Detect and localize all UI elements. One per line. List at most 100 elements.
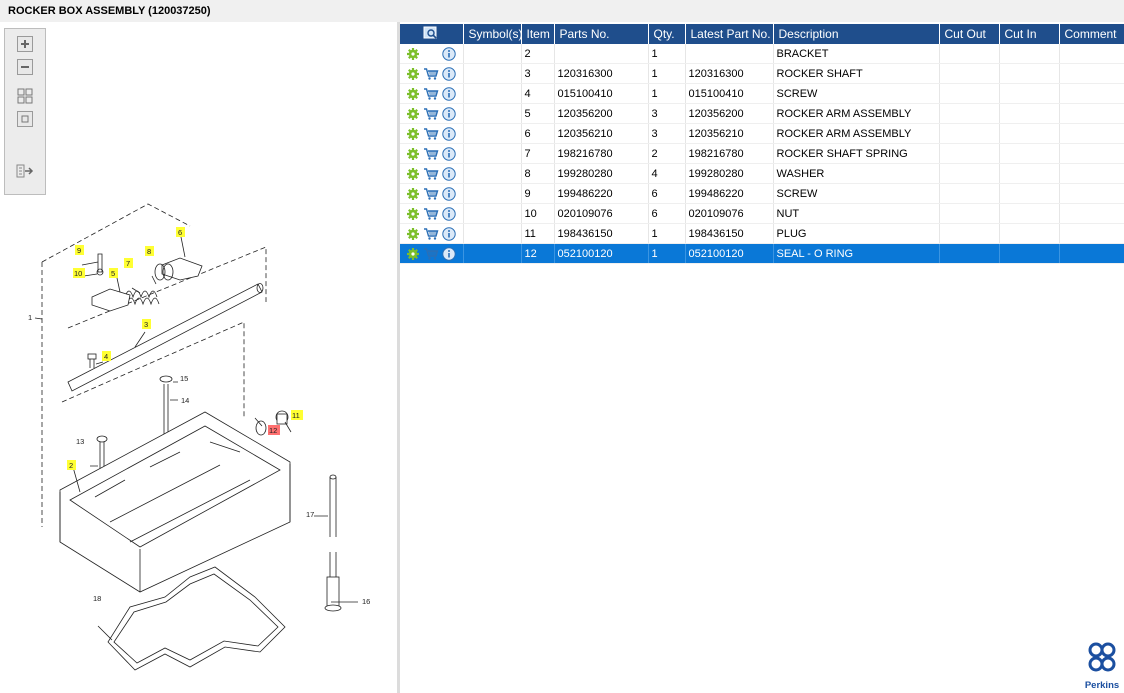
cart-icon[interactable] bbox=[423, 87, 439, 101]
info-icon[interactable] bbox=[442, 246, 456, 261]
perkins-logo: Perkins bbox=[1082, 641, 1122, 691]
diagram-panel[interactable]: 1 2 3 4 5 6 7 8 9 10 11 12 13 14 15 16 1… bbox=[0, 22, 397, 693]
cart-icon[interactable] bbox=[423, 247, 439, 261]
column-header-latest-part-no[interactable]: Latest Part No. bbox=[685, 24, 774, 44]
callout-14[interactable]: 14 bbox=[181, 396, 189, 405]
row-actions bbox=[400, 83, 464, 104]
cell-qty: 3 bbox=[648, 103, 686, 124]
cart-icon[interactable] bbox=[423, 147, 439, 161]
gear-icon[interactable] bbox=[406, 67, 420, 81]
cell-qty: 1 bbox=[648, 243, 686, 264]
cell-comment bbox=[1059, 103, 1124, 124]
table-row[interactable]: 6 120356210 3 120356210 ROCKER ARM ASSEMBLY bbox=[400, 123, 1124, 144]
cell-latest-part-no: 020109076 bbox=[685, 203, 774, 224]
table-row[interactable]: 10 020109076 6 020109076 NUT bbox=[400, 203, 1124, 224]
column-header-item[interactable]: Item bbox=[521, 24, 555, 44]
callout-16[interactable]: 16 bbox=[362, 597, 370, 606]
table-row[interactable]: 11 198436150 1 198436150 PLUG bbox=[400, 223, 1124, 244]
gear-icon[interactable] bbox=[406, 107, 420, 121]
info-icon[interactable] bbox=[442, 226, 456, 241]
gear-icon[interactable] bbox=[406, 127, 420, 141]
callout-17[interactable]: 17 bbox=[306, 510, 314, 519]
info-icon[interactable] bbox=[442, 86, 456, 101]
cell-qty: 3 bbox=[648, 123, 686, 144]
callout-15[interactable]: 15 bbox=[180, 374, 188, 383]
cart-icon[interactable] bbox=[423, 127, 439, 141]
cart-icon[interactable] bbox=[423, 67, 439, 81]
callout-2[interactable]: 2 bbox=[69, 461, 73, 470]
info-icon[interactable] bbox=[442, 146, 456, 161]
cell-item: 7 bbox=[521, 143, 555, 164]
callout-3[interactable]: 3 bbox=[144, 320, 148, 329]
table-row[interactable]: 12 052100120 1 052100120 SEAL - O RING bbox=[400, 243, 1124, 264]
cell-latest-part-no: 052100120 bbox=[685, 243, 774, 264]
cell-description: ROCKER ARM ASSEMBLY bbox=[773, 103, 940, 124]
gear-icon[interactable] bbox=[406, 47, 420, 61]
cell-cut-in bbox=[999, 143, 1060, 164]
column-header-cut-in[interactable]: Cut In bbox=[999, 24, 1060, 44]
gear-icon[interactable] bbox=[406, 187, 420, 201]
cell-part-no: 120356200 bbox=[554, 103, 649, 124]
callout-10[interactable]: 10 bbox=[74, 269, 82, 278]
cell-item: 4 bbox=[521, 83, 555, 104]
cart-icon[interactable] bbox=[423, 187, 439, 201]
info-icon[interactable] bbox=[442, 66, 456, 81]
cell-comment bbox=[1059, 163, 1124, 184]
cell-latest-part-no: 199486220 bbox=[685, 183, 774, 204]
exploded-parts-diagram[interactable]: 1 2 3 4 5 6 7 8 9 10 11 12 13 14 15 16 1… bbox=[0, 22, 397, 693]
callout-8[interactable]: 8 bbox=[147, 247, 151, 256]
callout-4[interactable]: 4 bbox=[104, 352, 108, 361]
callout-18[interactable]: 18 bbox=[93, 594, 101, 603]
callout-11[interactable]: 11 bbox=[292, 411, 300, 420]
table-row[interactable]: 5 120356200 3 120356200 ROCKER ARM ASSEMBLY bbox=[400, 103, 1124, 124]
cell-cut-out bbox=[939, 123, 1000, 144]
info-icon[interactable] bbox=[442, 106, 456, 121]
callout-1[interactable]: 1 bbox=[28, 313, 32, 322]
table-row[interactable]: 4 015100410 1 015100410 SCREW bbox=[400, 83, 1124, 104]
cell-description: BRACKET bbox=[773, 44, 940, 64]
column-header-parts-no[interactable]: Parts No. bbox=[554, 24, 649, 44]
cell-cut-in bbox=[999, 103, 1060, 124]
info-icon[interactable] bbox=[442, 186, 456, 201]
callout-13[interactable]: 13 bbox=[76, 437, 84, 446]
gear-icon[interactable] bbox=[406, 167, 420, 181]
table-row[interactable]: 8 199280280 4 199280280 WASHER bbox=[400, 163, 1124, 184]
column-header-description[interactable]: Description bbox=[773, 24, 940, 44]
row-actions bbox=[400, 203, 464, 224]
callout-5[interactable]: 5 bbox=[111, 269, 115, 278]
cell-item: 6 bbox=[521, 123, 555, 144]
info-icon[interactable] bbox=[442, 126, 456, 141]
gear-icon[interactable] bbox=[406, 207, 420, 221]
cart-icon[interactable] bbox=[423, 167, 439, 181]
callout-9[interactable]: 9 bbox=[77, 246, 81, 255]
info-icon[interactable] bbox=[442, 206, 456, 221]
column-header-comment[interactable]: Comment bbox=[1059, 24, 1124, 44]
column-header-symbols[interactable]: Symbol(s) bbox=[463, 24, 522, 44]
cell-item: 10 bbox=[521, 203, 555, 224]
cell-cut-out bbox=[939, 143, 1000, 164]
cell-cut-in bbox=[999, 83, 1060, 104]
column-header-qty[interactable]: Qty. bbox=[648, 24, 686, 44]
cart-icon[interactable] bbox=[423, 107, 439, 121]
table-row[interactable]: 7 198216780 2 198216780 ROCKER SHAFT SPRING bbox=[400, 143, 1124, 164]
gear-icon[interactable] bbox=[406, 227, 420, 241]
column-header-cut-out[interactable]: Cut Out bbox=[939, 24, 1000, 44]
table-row[interactable]: 9 199486220 6 199486220 SCREW bbox=[400, 183, 1124, 204]
column-header-search[interactable] bbox=[400, 24, 464, 44]
callout-6[interactable]: 6 bbox=[178, 228, 182, 237]
callout-12[interactable]: 12 bbox=[269, 426, 277, 435]
table-row[interactable]: 3 120316300 1 120316300 ROCKER SHAFT bbox=[400, 63, 1124, 84]
info-icon[interactable] bbox=[442, 46, 456, 61]
gear-icon[interactable] bbox=[406, 87, 420, 101]
gear-icon[interactable] bbox=[406, 147, 420, 161]
cart-icon[interactable] bbox=[423, 207, 439, 221]
callout-7[interactable]: 7 bbox=[126, 259, 130, 268]
row-actions bbox=[400, 63, 464, 84]
cell-item: 8 bbox=[521, 163, 555, 184]
table-row[interactable]: 2 1 BRACKET bbox=[400, 44, 1124, 64]
cart-icon[interactable] bbox=[423, 227, 439, 241]
gear-icon[interactable] bbox=[406, 247, 420, 261]
row-actions bbox=[400, 103, 464, 124]
cell-part-no: 052100120 bbox=[554, 243, 649, 264]
info-icon[interactable] bbox=[442, 166, 456, 181]
